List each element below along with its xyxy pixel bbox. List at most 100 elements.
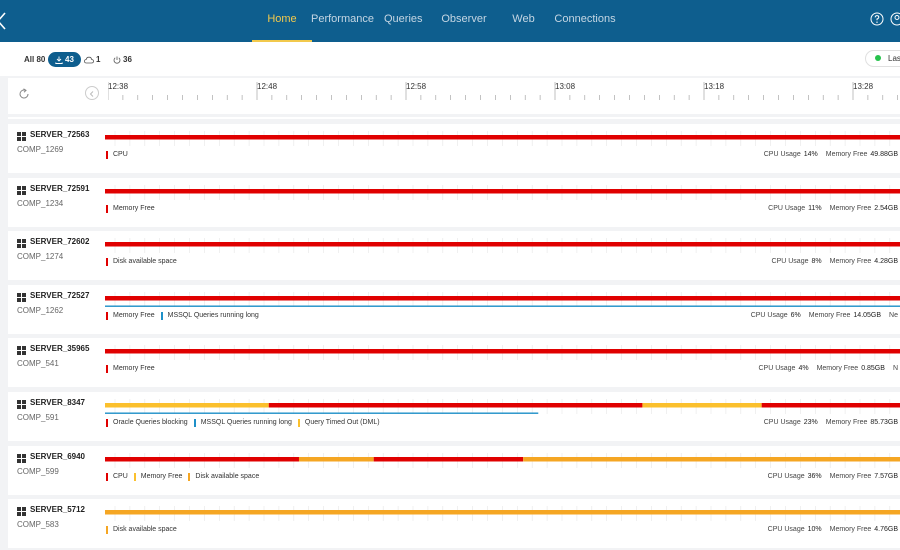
server-name[interactable]: SERVER_72527 [30,291,89,300]
alert-segment[interactable] [105,456,299,462]
live-status-dot [875,55,881,61]
timeline-tick-label: 13:28 [853,82,874,91]
nav-tab-performance[interactable]: Performance [311,0,374,42]
alert-legend: Memory Free [106,204,161,213]
cpu-usage-metric: CPU Usage 11% [768,205,821,212]
cpu-usage-value: 23% [803,419,818,426]
timeline-tick-label: 12:38 [108,82,129,91]
memory-free-label: Memory Free [829,204,872,212]
server-timeline-track[interactable] [105,184,900,200]
server-row[interactable]: SERVER_72591 COMP_1234 Memory Free CPU Usag… [8,177,900,227]
alert-segment[interactable] [523,456,900,462]
server-metrics: CPU Usage 8% Memory Free 4.28GB [764,258,898,265]
back-icon[interactable] [0,11,8,31]
server-name[interactable]: SERVER_6940 [30,452,85,461]
alert-segment[interactable] [105,135,900,140]
server-name[interactable]: SERVER_8347 [30,398,85,407]
server-row[interactable]: SERVER_35965 COMP_541 Memory Free CPU Usage… [8,338,900,388]
refresh-icon[interactable] [18,88,30,100]
alert-segment[interactable] [105,188,900,194]
server-timeline-track[interactable] [105,398,900,414]
info-alert-line[interactable] [105,412,539,414]
windows-icon [17,239,26,249]
alert-legend: Memory Free MSSQL Queries running long [106,311,265,320]
memory-free-metric: Memory Free 7.57GB [830,473,898,480]
nav-tab-home[interactable]: Home [252,0,312,42]
server-timeline-track[interactable] [105,452,900,468]
timeline-header: 12:38 12:48 12:58 13:08 13:18 13:28 [8,78,900,114]
user-circle-icon[interactable] [890,12,900,26]
nav-tab-connections[interactable]: Connections [553,0,617,42]
cpu-usage-value: 6% [790,311,801,319]
nav-tab-queries[interactable]: Queries [384,0,423,42]
filter-bar: All 80 43 1 36 Las [0,42,900,76]
info-alert-line[interactable] [105,305,900,307]
alert-legend: Oracle Queries blocking MSSQL Queries run… [106,419,386,427]
alert-segment[interactable] [642,403,762,408]
alert-segment[interactable] [105,349,900,354]
cpu-usage-value: 8% [811,258,822,266]
nav-tab-observer[interactable]: Observer [440,0,488,42]
server-name[interactable]: SERVER_72591 [30,184,89,193]
cpu-usage-label: CPU Usage [771,258,809,266]
filter-power-count: 36 [123,55,132,64]
question-circle-icon[interactable] [870,12,884,26]
cpu-usage-label: CPU Usage [763,419,801,426]
server-timeline-track[interactable] [105,130,900,146]
timeline-track-svg [105,452,900,468]
power-icon [113,56,121,64]
server-row[interactable]: SERVER_72563 COMP_1269 CPU CPU Usage 14% Memo… [8,124,900,173]
alert-segment[interactable] [105,242,900,247]
server-computer: COMP_1269 [17,145,64,154]
cpu-usage-label: CPU Usage [767,472,805,480]
time-range-button[interactable]: Las [865,50,900,67]
server-timeline-track[interactable] [105,237,900,254]
server-name[interactable]: SERVER_72563 [30,130,89,139]
memory-free-metric: Memory Free 85.73GB [826,419,898,426]
memory-free-label: Memory Free [829,526,872,534]
alert-segment[interactable] [105,403,269,408]
server-row[interactable]: SERVER_5712 COMP_583 Disk available space C… [8,499,900,549]
server-metrics: CPU Usage 4% Memory Free 0.85GB N [750,365,898,372]
top-nav-bar: Home Performance Queries Observer Web Connect… [0,0,900,42]
filter-download[interactable]: 43 [48,52,81,67]
memory-free-metric: Memory Free 14.05GB [809,312,881,319]
cpu-usage-metric: CPU Usage 23% [764,419,818,426]
filter-cloud[interactable]: 1 [84,52,100,67]
cpu-usage-label: CPU Usage [767,526,805,534]
legend-item: Oracle Queries blocking [106,419,188,427]
alert-segment[interactable] [268,403,643,408]
server-timeline-track[interactable] [105,505,900,522]
alert-segment[interactable] [298,456,374,462]
cpu-usage-value: 36% [807,472,822,480]
alert-segment[interactable] [105,510,900,515]
windows-icon [17,346,26,356]
alert-segment[interactable] [105,295,900,301]
cpu-usage-metric: CPU Usage 36% [768,473,822,480]
server-metrics: CPU Usage 11% Memory Free 2.54GB [760,205,898,212]
server-row[interactable]: SERVER_8347 COMP_591 Oracle Queries blocki… [8,392,900,441]
server-row[interactable]: SERVER_72527 COMP_1262 Memory Free MSSQL Qu… [8,284,900,334]
filter-all[interactable]: All 80 [24,52,45,67]
alert-segment[interactable] [761,403,900,408]
legend-item: Query Timed Out (DML) [297,419,380,427]
server-timeline-track[interactable] [105,344,900,361]
memory-free-value: 7.57GB [874,472,898,480]
server-name[interactable]: SERVER_5712 [30,505,85,514]
server-timeline-track[interactable] [105,291,900,307]
windows-icon [17,507,26,517]
memory-free-label: Memory Free [825,151,868,158]
memory-free-value: 49.88GB [870,151,898,158]
server-row[interactable]: SERVER_6940 COMP_599 CPU Memory Free Disk av… [8,445,900,495]
timeline-prev-button[interactable] [85,86,99,100]
server-name[interactable]: SERVER_72602 [30,237,89,246]
filter-power[interactable]: 36 [113,52,132,67]
cpu-usage-metric: CPU Usage 8% [772,258,822,265]
server-metrics: CPU Usage 23% Memory Free 85.73GB [756,419,898,426]
alert-segment[interactable] [373,456,524,462]
server-name[interactable]: SERVER_35965 [30,344,89,353]
server-row[interactable]: SERVER_72602 COMP_1274 Disk available spac… [8,231,900,281]
legend-item: CPU [106,151,128,159]
nav-tab-web[interactable]: Web [511,0,536,42]
timeline-track-svg [105,184,900,200]
